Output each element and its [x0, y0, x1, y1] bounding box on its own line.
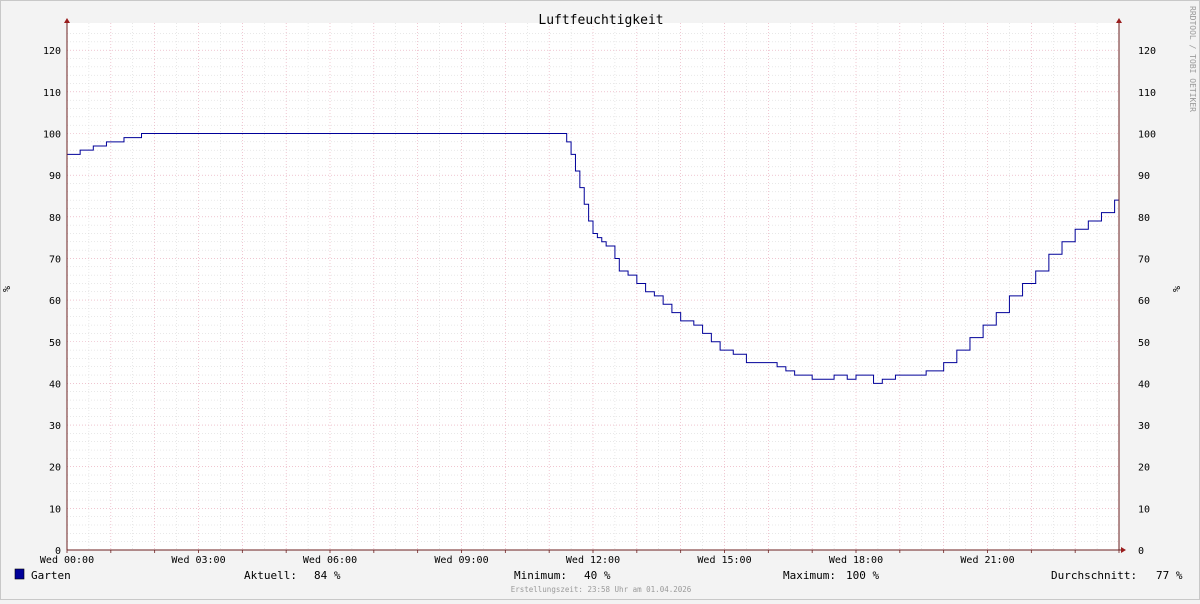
y-tick-label-right: 50: [1138, 338, 1150, 349]
y-tick-label-right: 80: [1138, 213, 1150, 224]
x-tick-label: Wed 09:00: [434, 555, 488, 566]
y-axis-right-arrow: [1116, 18, 1122, 23]
legend-aktuell-value: 84 %: [314, 569, 341, 582]
y-tick-label-right: 100: [1138, 130, 1156, 141]
y-tick-label-right: 110: [1138, 88, 1156, 99]
y-axis-left-arrow: [64, 18, 70, 23]
y-axis-label-left: %: [2, 286, 13, 292]
x-tick-label: Wed 03:00: [171, 555, 225, 566]
x-tick-label: Wed 06:00: [303, 555, 357, 566]
x-tick-label: Wed 12:00: [566, 555, 620, 566]
y-tick-label-left: 70: [49, 254, 61, 265]
y-tick-label-right: 20: [1138, 463, 1150, 474]
x-tick-label: Wed 18:00: [829, 555, 883, 566]
y-tick-label-left: 120: [43, 46, 61, 57]
legend: Garten Aktuell: 84 % Minimum: 40 % Maxim…: [14, 568, 1183, 582]
y-tick-label-left: 30: [49, 421, 61, 432]
legend-minimum-label: Minimum:: [514, 569, 567, 582]
x-tick-label: Wed 21:00: [960, 555, 1014, 566]
legend-series-name: Garten: [31, 569, 71, 582]
legend-minimum-value: 40 %: [584, 569, 611, 582]
chart-frame: 0 10 20 30 40 50 60 70 80 90 100 110 120 0 10 20 30 40 50…: [0, 0, 1200, 600]
y-tick-label-right: 120: [1138, 46, 1156, 57]
y-tick-labels-right: 0 10 20 30 40 50 60 70 80 90 100 110 120: [1138, 46, 1156, 557]
y-tick-label-left: 80: [49, 213, 61, 224]
footer-timestamp: Erstellungszeit: 23:58 Uhr am 01.04.2026: [511, 585, 692, 594]
y-tick-label-left: 60: [49, 296, 61, 307]
legend-swatch: [14, 568, 25, 580]
y-tick-label-left: 40: [49, 379, 61, 390]
x-tick-labels: Wed 00:00 Wed 03:00 Wed 06:00 Wed 09:00 Wed …: [40, 555, 1015, 566]
y-tick-label-right: 60: [1138, 296, 1150, 307]
y-tick-label-right: 70: [1138, 254, 1150, 265]
chart-title: Luftfeuchtigkeit: [538, 13, 663, 28]
y-tick-label-right: 40: [1138, 379, 1150, 390]
legend-maximum-value: 100 %: [846, 569, 879, 582]
y-tick-label-right: 0: [1138, 546, 1144, 557]
watermark: RRDTOOL / TOBI OETIKER: [1188, 6, 1197, 112]
y-tick-label-left: 90: [49, 171, 61, 182]
y-tick-label-left: 20: [49, 463, 61, 474]
x-tick-label: Wed 00:00: [40, 555, 94, 566]
y-tick-label-left: 100: [43, 130, 61, 141]
chart-svg: 0 10 20 30 40 50 60 70 80 90 100 110 120 0 10 20 30 40 50…: [2, 6, 1197, 594]
y-axis-label-right: %: [1172, 286, 1183, 292]
legend-avg-value: 77 %: [1156, 569, 1183, 582]
x-axis-arrow: [1121, 547, 1126, 553]
y-tick-label-left: 110: [43, 88, 61, 99]
y-tick-label-left: 10: [49, 504, 61, 515]
legend-maximum-label: Maximum:: [783, 569, 836, 582]
y-tick-label-left: 50: [49, 338, 61, 349]
y-tick-labels-left: 0102030405060708090100110120: [43, 46, 61, 557]
y-tick-label-right: 30: [1138, 421, 1150, 432]
x-tick-label: Wed 15:00: [697, 555, 751, 566]
y-tick-label-right: 90: [1138, 171, 1150, 182]
y-tick-label-right: 10: [1138, 504, 1150, 515]
legend-aktuell-label: Aktuell:: [244, 569, 297, 582]
legend-avg-label: Durchschnitt:: [1051, 569, 1137, 582]
